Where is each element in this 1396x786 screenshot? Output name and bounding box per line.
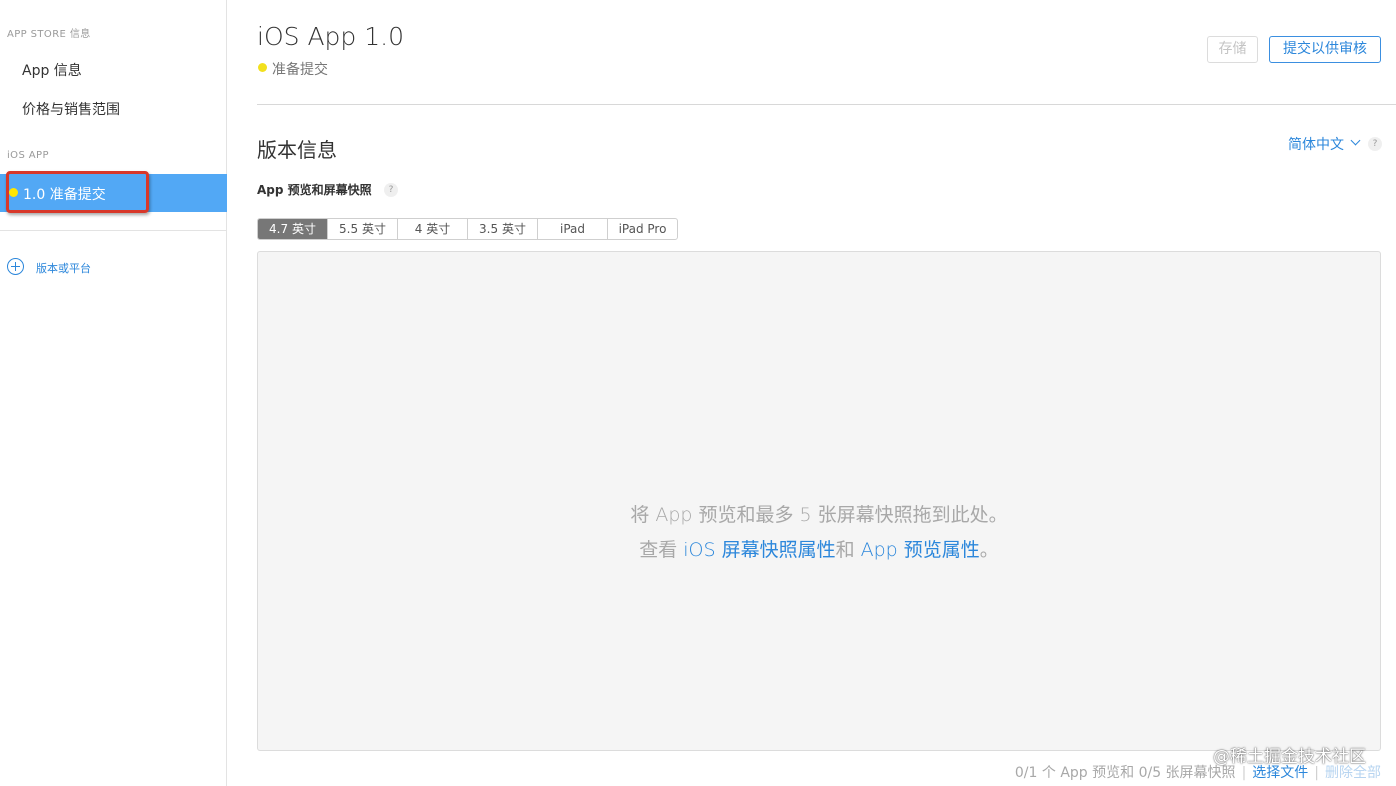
dropzone-text-mid: 和	[835, 539, 861, 561]
footer-separator: |	[1241, 765, 1247, 781]
section-label-app-store: APP STORE 信息	[7, 29, 91, 40]
add-version-platform-link[interactable]: 版本或平台	[36, 260, 91, 276]
dropzone-text-prefix: 查看	[639, 539, 684, 561]
app-preview-specs-link[interactable]: App 预览属性	[861, 539, 980, 561]
tab-4-inch[interactable]: 4 英寸	[398, 219, 468, 239]
add-circle-icon[interactable]	[7, 258, 24, 275]
sidebar-divider	[0, 230, 227, 231]
tab-5-5-inch[interactable]: 5.5 英寸	[328, 219, 398, 239]
sidebar: APP STORE 信息 App 信息 价格与销售范围 iOS APP 1.0 …	[0, 0, 227, 786]
footer-separator: |	[1314, 765, 1319, 781]
delete-all-link[interactable]: 删除全部	[1325, 765, 1381, 781]
save-button[interactable]: 存储	[1207, 36, 1258, 63]
screenshot-dropzone[interactable]: 将 App 预览和最多 5 张屏幕快照拖到此处。 查看 iOS 屏幕快照属性和 …	[257, 251, 1381, 751]
device-size-tabs: 4.7 英寸 5.5 英寸 4 英寸 3.5 英寸 iPad iPad Pro	[257, 218, 678, 240]
status-text: 准备提交	[272, 62, 328, 78]
chevron-down-icon[interactable]	[1350, 135, 1361, 146]
media-count-text: 0/1 个 App 预览和 0/5 张屏幕快照	[1014, 765, 1236, 781]
language-select[interactable]: 简体中文	[1288, 134, 1344, 154]
ios-screenshot-specs-link[interactable]: iOS 屏幕快照属性	[683, 539, 835, 561]
tab-ipad-pro[interactable]: iPad Pro	[608, 219, 677, 239]
dropzone-links-line: 查看 iOS 屏幕快照属性和 App 预览属性。	[258, 535, 1380, 562]
preview-screenshots-label: App 预览和屏幕快照	[257, 183, 372, 197]
header-divider	[257, 104, 1396, 105]
watermark: @稀土掘金技术社区	[1213, 747, 1366, 767]
status-dot-icon	[258, 63, 267, 72]
help-icon[interactable]: ?	[1368, 137, 1382, 151]
dropzone-text-suffix: 。	[979, 539, 999, 561]
sidebar-item-pricing[interactable]: 价格与销售范围	[22, 99, 120, 119]
tab-4-7-inch[interactable]: 4.7 英寸	[258, 219, 328, 239]
page-title: iOS App 1.0	[257, 22, 404, 51]
sidebar-item-app-info[interactable]: App 信息	[22, 60, 82, 80]
dropzone-instruction: 将 App 预览和最多 5 张屏幕快照拖到此处。	[630, 504, 1008, 526]
annotation-highlight-box	[6, 171, 149, 213]
tab-3-5-inch[interactable]: 3.5 英寸	[468, 219, 538, 239]
tab-ipad[interactable]: iPad	[538, 219, 608, 239]
choose-file-link[interactable]: 选择文件	[1252, 765, 1308, 781]
submit-for-review-button[interactable]: 提交以供审核	[1269, 36, 1381, 63]
section-label-ios-app: iOS APP	[7, 150, 49, 161]
help-icon[interactable]: ?	[384, 183, 398, 197]
section-title-version-info: 版本信息	[257, 138, 337, 162]
